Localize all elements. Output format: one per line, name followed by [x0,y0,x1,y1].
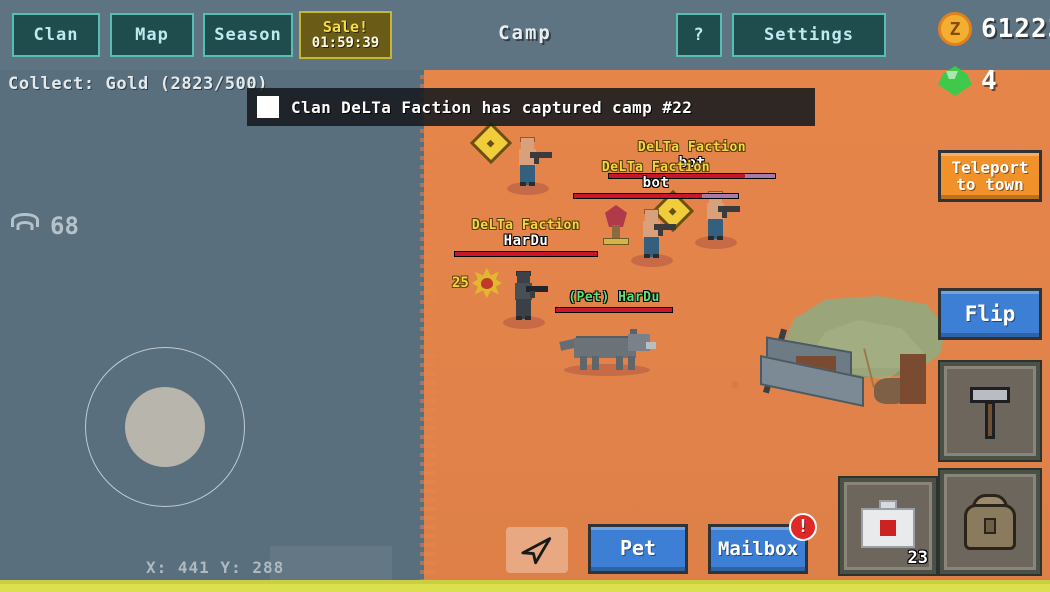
ping-value: 68 [50,212,79,240]
unit-weapon [718,206,740,218]
teleport-to-town-button[interactable]: Teleport to town [938,150,1042,202]
joystick-knob[interactable] [125,387,205,467]
coin-icon: Z [938,12,972,46]
mailbox-label: Mailbox [717,537,799,560]
camp-objective-totem[interactable] [603,205,629,247]
camp-flag-glyph: ◆ [487,135,495,151]
totem-post [612,225,620,239]
inventory-slot-backpack[interactable] [940,470,1040,574]
pet-leg [592,356,599,370]
movement-joystick[interactable] [85,347,245,507]
game-screen: ◆ ◆ 25 DeLTa Faction bot DeLTa Faction b… [0,0,1050,592]
unit-boot-left [520,182,526,186]
hammer-shaft [985,401,995,439]
unit-weapon [654,224,676,236]
clan-color-swatch [257,96,279,118]
mailbox-button[interactable]: Mailbox ! [708,513,817,574]
camp-flag-glyph: ◆ [669,203,677,219]
notification-text: Clan DeLTa Faction has captured camp #22 [291,97,693,117]
backpack-buckle [984,518,996,534]
wifi-arc-inner [16,221,34,230]
send-arrow-glyph [521,537,552,565]
gold-currency[interactable]: Z 61223 [938,12,1050,46]
pet-leg [580,356,587,370]
bottom-accent-bar [0,580,1050,592]
unit-body [516,137,552,186]
hammer-icon [968,383,1012,439]
medkit-count: 23 [907,548,928,568]
medkit-icon [861,500,915,552]
gem-currency[interactable]: 4 [938,66,998,96]
send-arrow-icon[interactable] [506,527,568,573]
pet-leg [628,356,635,370]
rank-star-core [480,277,493,289]
collect-status: Collect: Gold (2823/500) [8,74,269,94]
unit-boot-left [644,254,650,258]
unit-body [704,191,740,240]
settings-button[interactable]: Settings [732,13,886,57]
coordinates-display: X: 441 Y: 288 [146,558,285,577]
gold-value: 61223 [981,14,1050,44]
unit-weapon [530,152,552,164]
flip-button[interactable]: Flip [938,288,1042,340]
unit-boot-right [653,254,659,258]
teleport-label: Teleport to town [951,159,1028,194]
coords-backdrop [270,546,392,580]
unit-weapon [526,286,548,298]
rank-level: 25 [452,275,469,291]
rank-star-icon [471,268,502,298]
medkit-cross [880,520,896,536]
pet-wolf[interactable] [559,329,656,376]
ping-indicator: 68 [10,212,79,240]
unit-body [512,271,548,320]
gem-value: 4 [981,66,998,96]
unit-boot-left [708,236,714,240]
pet-shadow [564,364,650,376]
pet-body [574,338,636,358]
dirt-pillar [900,354,926,404]
help-button[interactable]: ? [676,13,722,57]
unit-body [640,209,676,258]
pet-button[interactable]: Pet [588,524,688,574]
notification-banner[interactable]: Clan DeLTa Faction has captured camp #22 [247,88,815,126]
pet-snout [646,342,656,349]
teleport-label-line1: Teleport [951,157,1029,177]
inventory-slot-medkit[interactable]: 23 [840,478,936,574]
unit-boot-left [516,316,522,320]
wifi-icon [10,213,40,239]
unit-boot-right [525,316,531,320]
camp-tent-structure [756,296,956,416]
unit-boot-right [717,236,723,240]
backpack-icon [964,494,1016,550]
rank-badge: 25 [452,268,502,298]
page-title: Camp [498,22,552,44]
teleport-label-line2: to town [956,175,1024,194]
unit-boot-right [529,182,535,186]
top-bar: Clan Map Season Sale! 01:59:39 Camp ? Se… [0,0,1050,96]
inventory-slot-tool[interactable] [940,362,1040,460]
bottom-accent-inner [0,584,1050,592]
pet-leg [616,356,623,370]
totem-top [605,205,627,227]
mailbox-alert-badge: ! [789,513,817,541]
totem-base [603,238,629,245]
gem-icon [938,66,972,96]
